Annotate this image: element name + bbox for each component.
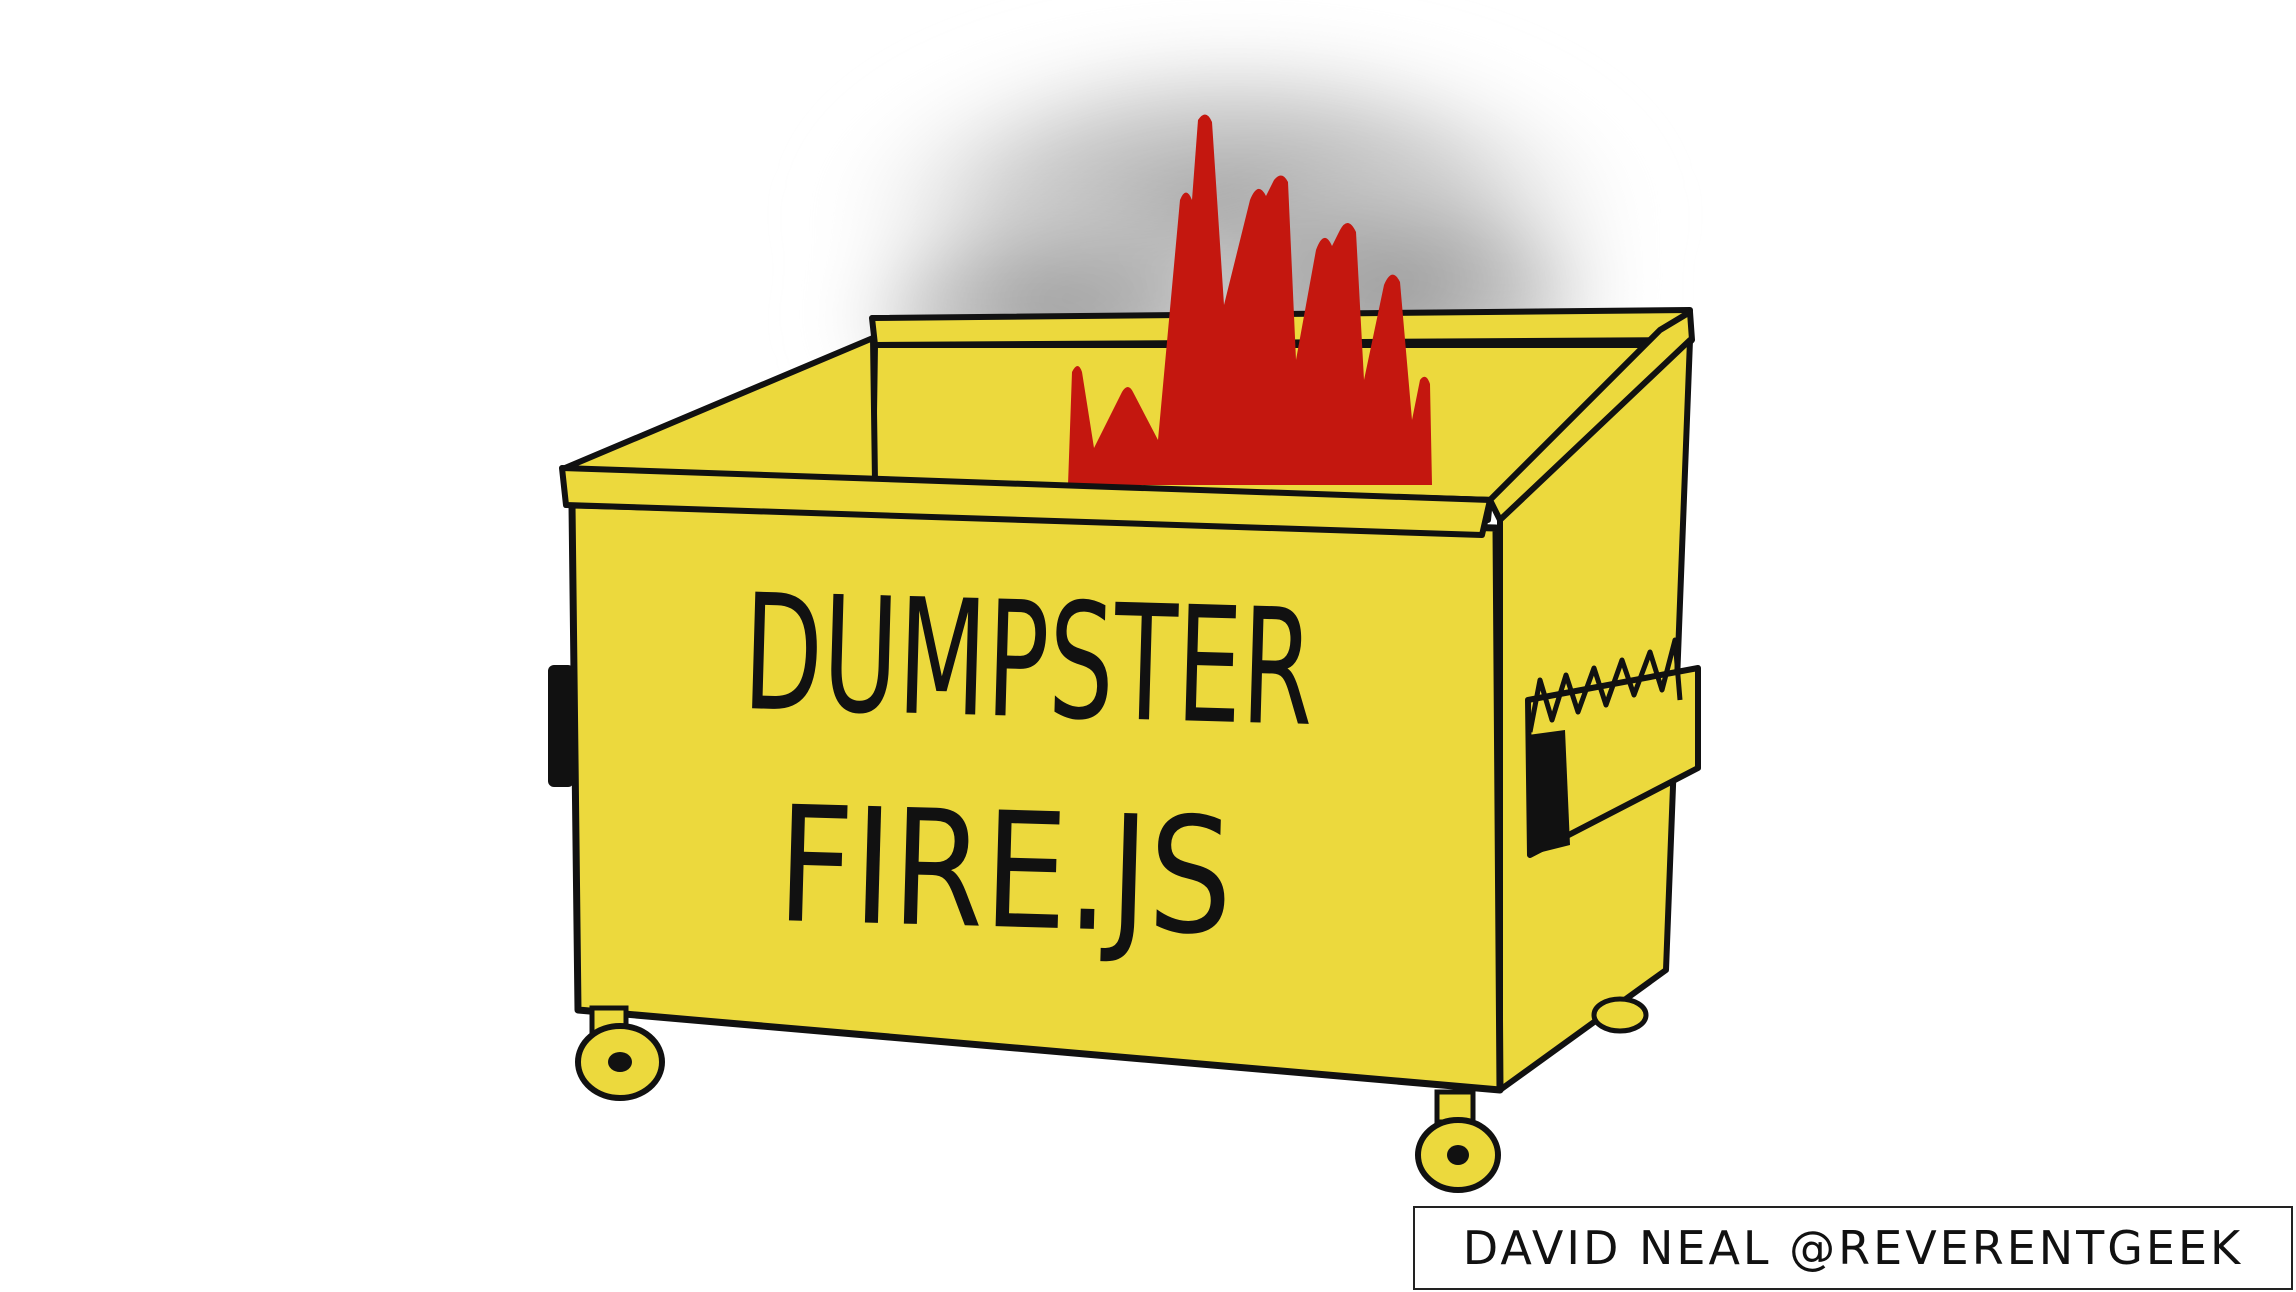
wheel-front-left <box>575 1005 665 1101</box>
label-line-1: DUMPSTER <box>741 559 1316 762</box>
wheel-front-right <box>1415 1089 1501 1193</box>
credit-text: DAVID NEAL @REVERENTGEEK <box>1462 1221 2244 1275</box>
slide: DUMPSTER FIRE.JS DAVID NEAL @REVERENTGEE… <box>0 0 2296 1292</box>
wheel-back-right <box>1591 996 1649 1034</box>
label-line-2: FIRE.JS <box>775 771 1235 971</box>
dumpster-fire-illustration: DUMPSTER FIRE.JS <box>548 15 1701 1193</box>
credit-box: DAVID NEAL @REVERENTGEEK <box>1413 1206 2293 1290</box>
